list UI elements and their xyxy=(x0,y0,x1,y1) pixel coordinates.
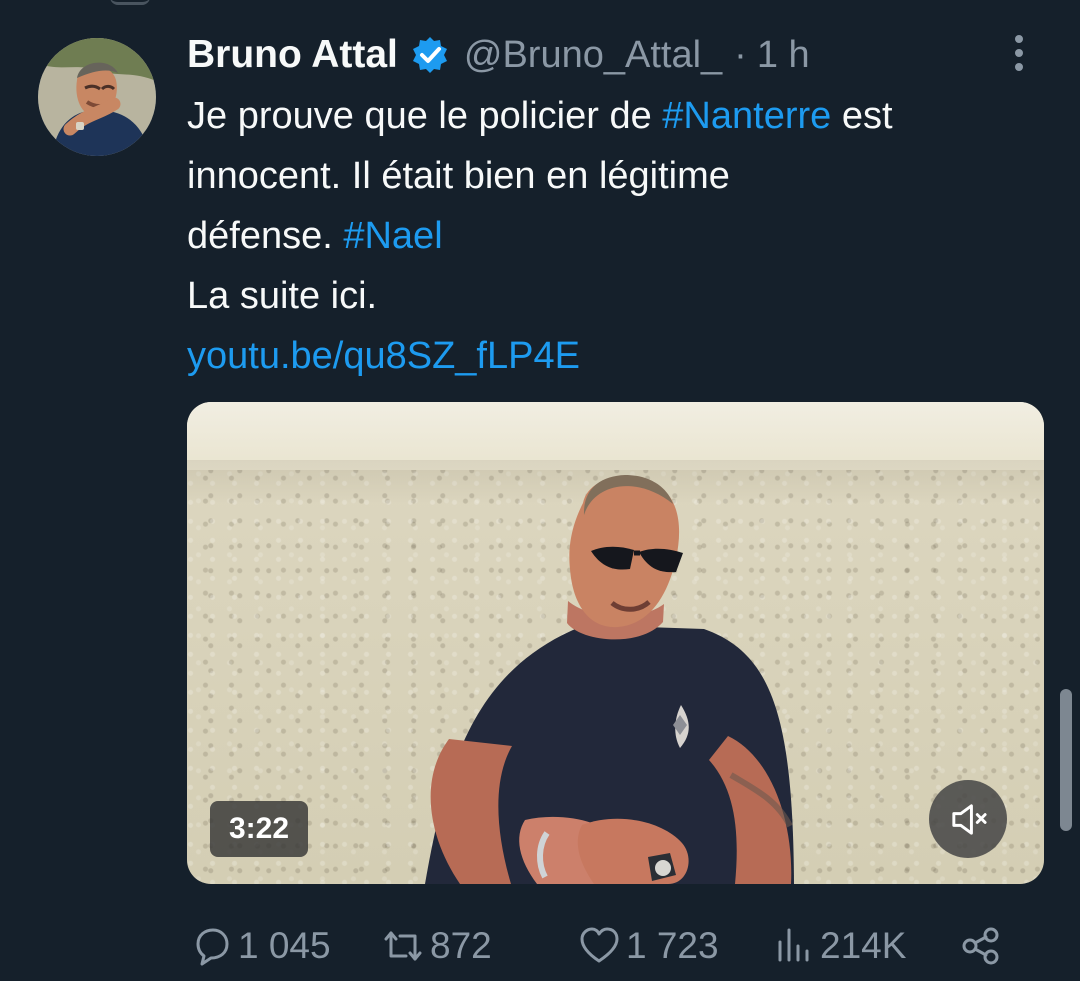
hashtag-nanterre[interactable]: #Nanterre xyxy=(662,95,831,137)
header-separator: · xyxy=(734,33,747,76)
retweet-icon xyxy=(384,931,422,961)
avatar[interactable] xyxy=(38,38,156,156)
video-duration: 3:22 xyxy=(210,801,308,857)
retweet-count: 872 xyxy=(430,925,492,966)
tweet-line: défense. #Nael xyxy=(187,206,1057,266)
tweet-line: La suite ici. xyxy=(187,275,378,317)
tweet-text-segment: Je prouve que le policier de xyxy=(187,95,663,137)
more-options-icon[interactable] xyxy=(1004,32,1034,74)
like-button[interactable]: 1 723 xyxy=(578,917,719,975)
like-icon xyxy=(580,927,619,963)
video-person-image xyxy=(425,475,794,884)
author-name[interactable]: Bruno Attal xyxy=(187,33,398,77)
hashtag-nael[interactable]: #Nael xyxy=(343,215,442,257)
views-icon xyxy=(778,928,809,962)
more-dot xyxy=(1015,35,1023,43)
video-player[interactable]: 3:22 xyxy=(187,402,1044,884)
reply-icon xyxy=(196,928,229,966)
author-handle[interactable]: @Bruno_Attal_ xyxy=(464,34,722,77)
views-button[interactable]: 214K xyxy=(772,917,906,975)
post-time[interactable]: 1 h xyxy=(757,34,810,77)
previous-post-fragment xyxy=(110,0,150,5)
tweet-text-segment: est xyxy=(831,95,893,137)
tweet-line: Je prouve que le policier de #Nanterre e… xyxy=(187,86,1057,146)
more-dot xyxy=(1015,63,1023,71)
tweet-text-segment: défense. xyxy=(187,215,344,257)
reply-count: 1 045 xyxy=(238,925,331,966)
tweet-actions: 1 045 872 1 723 214K xyxy=(190,917,1040,975)
share-icon xyxy=(962,927,999,965)
share-button[interactable] xyxy=(960,917,1008,975)
avatar-image xyxy=(38,38,156,156)
tweet-line: innocent. Il était bien en légitime xyxy=(187,155,730,197)
tweet-text: Je prouve que le policier de #Nanterre e… xyxy=(187,86,1057,386)
mute-button[interactable] xyxy=(929,780,1007,858)
more-dot xyxy=(1015,49,1023,57)
muted-speaker-icon xyxy=(951,803,987,835)
youtube-link[interactable]: youtu.be/qu8SZ_fLP4E xyxy=(187,326,1057,386)
scrollbar-thumb[interactable] xyxy=(1060,689,1072,831)
tweet-header: Bruno Attal @Bruno_Attal_ · 1 h xyxy=(187,28,810,82)
verified-badge-icon xyxy=(412,37,447,73)
reply-button[interactable]: 1 045 xyxy=(190,917,331,975)
retweet-button[interactable]: 872 xyxy=(382,917,492,975)
view-count: 214K xyxy=(820,925,907,966)
like-count: 1 723 xyxy=(626,925,719,966)
